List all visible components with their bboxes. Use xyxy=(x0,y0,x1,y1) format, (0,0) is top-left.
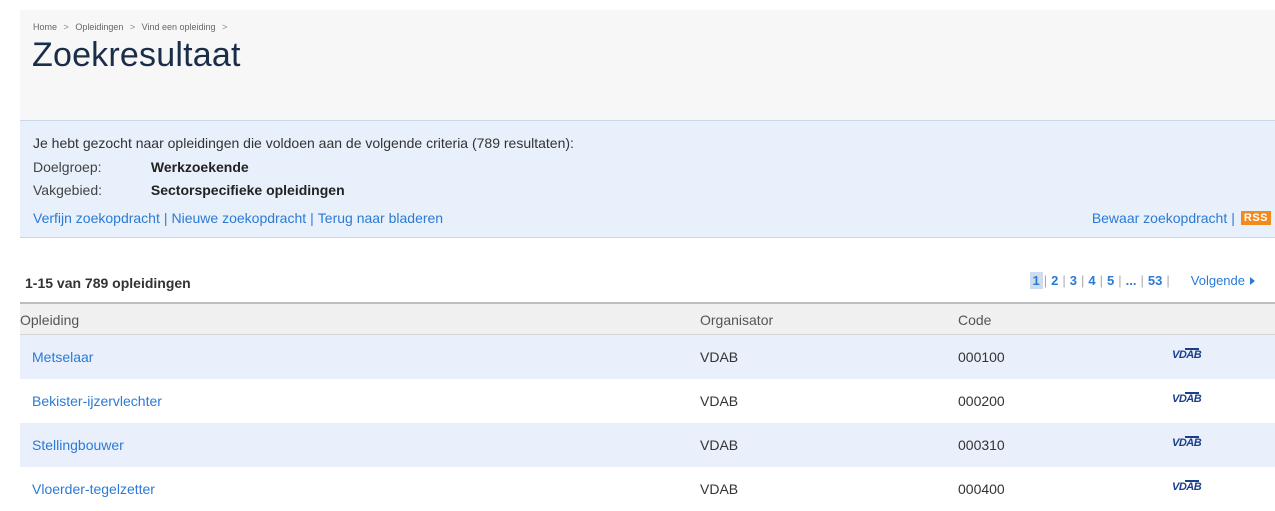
code-cell: 000100 xyxy=(958,349,1005,365)
action-separator: | xyxy=(1231,210,1235,226)
breadcrumb-separator: > xyxy=(222,22,228,32)
table-row: Stellingbouwer VDAB 000310 VDAB xyxy=(20,423,1275,467)
action-separator: | xyxy=(163,210,168,226)
new-search-link[interactable]: Nieuwe zoekopdracht xyxy=(172,210,307,226)
page-link-4[interactable]: 4 xyxy=(1085,272,1098,289)
breadcrumb-separator: > xyxy=(63,22,69,32)
criteria-row-vakgebied: Vakgebied: Sectorspecifieke opleidingen xyxy=(33,182,345,198)
page-link-53[interactable]: 53 xyxy=(1145,272,1165,289)
page-separator: | xyxy=(1099,273,1104,288)
criteria-row-doelgroep: Doelgroep: Werkzoekende xyxy=(33,159,249,175)
refine-search-link[interactable]: Verfijn zoekopdracht xyxy=(33,210,160,226)
save-search-link[interactable]: Bewaar zoekopdracht xyxy=(1092,210,1227,226)
breadcrumb-opleidingen[interactable]: Opleidingen xyxy=(75,22,123,32)
criteria-intro: Je hebt gezocht naar opleidingen die vol… xyxy=(33,135,574,151)
breadcrumb-vind-een-opleiding[interactable]: Vind een opleiding xyxy=(142,22,216,32)
vdab-logo-text: VDAB xyxy=(1172,348,1202,361)
column-header-code: Code xyxy=(958,312,992,328)
criteria-actions: Verfijn zoekopdracht | Nieuwe zoekopdracht… xyxy=(33,210,443,226)
vdab-logo-icon: VDAB xyxy=(1172,345,1202,361)
organizer-cell: VDAB xyxy=(700,481,739,497)
vdab-logo-icon: VDAB xyxy=(1172,477,1202,493)
criteria-value: Werkzoekende xyxy=(150,159,249,175)
organizer-cell: VDAB xyxy=(700,437,739,453)
breadcrumb: Home > Opleidingen > Vind een opleiding … xyxy=(33,22,231,32)
caret-right-icon xyxy=(1250,276,1255,285)
results-table: Opleiding Organisator Code Metselaar VDA… xyxy=(20,302,1275,511)
criteria-value: Sectorspecifieke opleidingen xyxy=(150,182,345,198)
column-header-opleiding: Opleiding xyxy=(20,312,80,328)
results-summary: 1-15 van 789 opleidingen xyxy=(25,275,191,291)
vdab-logo-text: VDAB xyxy=(1172,392,1202,405)
pagination: 1 | 2 | 3 | 4 | 5 | ... | 53 | Volgende xyxy=(1029,272,1255,289)
breadcrumb-separator: > xyxy=(129,22,136,32)
save-search-group: Bewaar zoekopdracht | RSS xyxy=(1092,210,1271,226)
code-cell: 000400 xyxy=(958,481,1005,497)
page-title: Zoekresultaat xyxy=(32,36,241,74)
page-separator: | xyxy=(1081,273,1085,288)
course-link[interactable]: Metselaar xyxy=(32,349,93,365)
table-header: Opleiding Organisator Code xyxy=(20,302,1275,335)
next-page-label: Volgende xyxy=(1190,273,1245,288)
table-row: Vloerder-tegelzetter VDAB 000400 VDAB xyxy=(20,467,1275,511)
page-link-1[interactable]: 1 xyxy=(1029,272,1043,289)
criteria-key: Vakgebied: xyxy=(33,182,103,198)
vdab-logo-icon: VDAB xyxy=(1172,433,1202,449)
organizer-cell: VDAB xyxy=(700,393,739,409)
criteria-key: Doelgroep: xyxy=(33,159,102,175)
code-cell: 000310 xyxy=(958,437,1005,453)
page-link-3[interactable]: 3 xyxy=(1067,272,1080,289)
next-page-link[interactable]: Volgende xyxy=(1191,273,1255,288)
course-link[interactable]: Stellingbouwer xyxy=(32,437,124,453)
column-header-organisator: Organisator xyxy=(700,312,774,328)
page-separator: | xyxy=(1140,273,1144,288)
code-cell: 000200 xyxy=(958,393,1005,409)
page-separator: | xyxy=(1166,273,1170,288)
vdab-logo-icon: VDAB xyxy=(1172,389,1202,405)
page-separator: | xyxy=(1043,273,1048,288)
table-row: Metselaar VDAB 000100 VDAB xyxy=(20,335,1275,379)
vdab-logo-text: VDAB xyxy=(1172,436,1202,449)
rss-icon[interactable]: RSS xyxy=(1240,211,1271,225)
course-link[interactable]: Vloerder-tegelzetter xyxy=(32,481,155,497)
page: Home > Opleidingen > Vind een opleiding … xyxy=(0,0,1275,503)
breadcrumb-home[interactable]: Home xyxy=(33,22,57,32)
organizer-cell: VDAB xyxy=(700,349,739,365)
page-link-5[interactable]: 5 xyxy=(1104,272,1117,289)
page-separator: | xyxy=(1118,273,1122,288)
vdab-logo-text: VDAB xyxy=(1172,480,1202,493)
page-link-2[interactable]: 2 xyxy=(1048,272,1061,289)
action-separator: | xyxy=(310,210,314,226)
page-header: Home > Opleidingen > Vind een opleiding … xyxy=(20,10,1275,120)
page-separator: | xyxy=(1062,273,1066,288)
course-link[interactable]: Bekister-ijzervlechter xyxy=(32,393,162,409)
back-to-browse-link[interactable]: Terug naar bladeren xyxy=(318,210,443,226)
table-row: Bekister-ijzervlechter VDAB 000200 VDAB xyxy=(20,379,1275,423)
search-criteria-box: Je hebt gezocht naar opleidingen die vol… xyxy=(20,120,1275,238)
page-ellipsis: ... xyxy=(1125,273,1137,288)
